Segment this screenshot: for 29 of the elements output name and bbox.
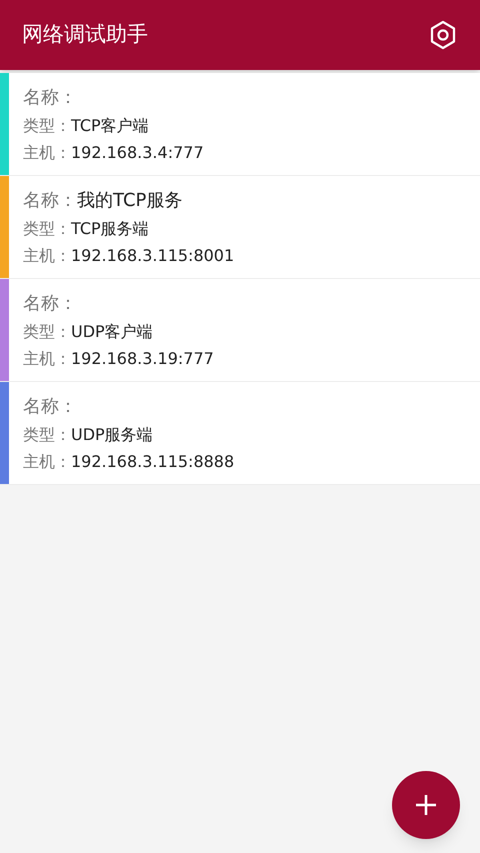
settings-button[interactable] [428,19,458,51]
type-value: TCP客户端 [71,114,149,136]
host-label: 主机： [23,450,71,472]
name-label: 名称： [23,188,77,212]
type-label: 类型： [23,320,71,342]
type-label: 类型： [23,218,71,240]
type-label: 类型： [23,114,71,136]
type-value: UDP客户端 [71,320,153,342]
host-value: 192.168.3.4:777 [71,142,204,164]
settings-icon [429,20,457,50]
connection-card[interactable]: 名称： 类型：UDP服务端 主机：192.168.3.115:8888 [0,382,480,485]
connection-card[interactable]: 名称： 类型：TCP客户端 主机：192.168.3.4:777 [0,73,480,176]
host-label: 主机： [23,348,71,370]
connection-card[interactable]: 名称：我的TCP服务 类型：TCP服务端 主机：192.168.3.115:8001 [0,176,480,279]
name-label: 名称： [23,394,77,418]
name-label: 名称： [23,86,77,110]
host-label: 主机： [23,244,71,266]
type-label: 类型： [23,424,71,446]
type-value: UDP服务端 [71,424,153,446]
type-value: TCP服务端 [71,218,149,240]
connection-card[interactable]: 名称： 类型：UDP客户端 主机：192.168.3.19:777 [0,279,480,382]
host-value: 192.168.3.115:8888 [71,450,234,472]
host-label: 主机： [23,142,71,164]
host-value: 192.168.3.115:8001 [71,244,234,266]
name-label: 名称： [23,292,77,316]
plus-icon [414,793,438,817]
name-value: 我的TCP服务 [77,188,182,212]
app-title: 网络调试助手 [22,21,148,48]
host-value: 192.168.3.19:777 [71,348,214,370]
